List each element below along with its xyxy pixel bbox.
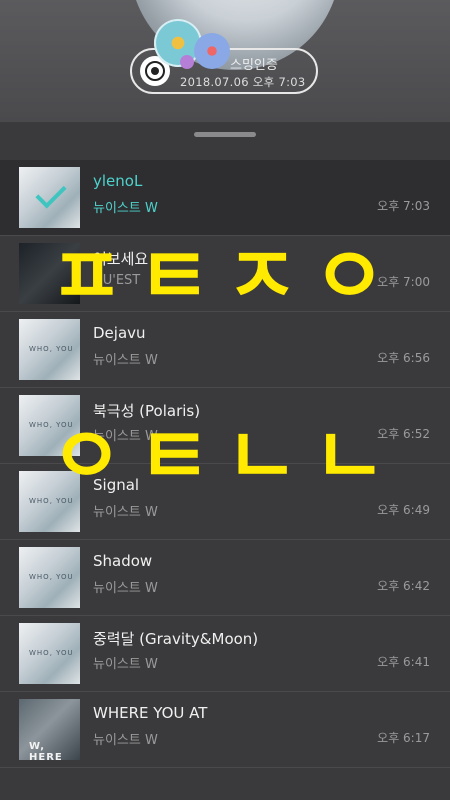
cover-text: W, HERE — [29, 741, 63, 763]
track-artist: 뉴이스트 W — [93, 581, 158, 596]
cover-text: WHO, YOU — [29, 573, 74, 581]
album-thumbnail: WHO, YOU — [19, 319, 80, 380]
track-title: WHERE YOU AT — [93, 704, 208, 722]
album-thumbnail: WHO, YOU — [19, 547, 80, 608]
track-time: 오후 6:42 — [377, 579, 430, 593]
verify-date: 2018.07.06 오후 7:03 — [180, 75, 306, 89]
overlay-text-top: ㅍㅌㅈㅇ — [49, 230, 401, 323]
cover-text: WHO, YOU — [29, 345, 74, 353]
check-icon — [35, 177, 67, 209]
track-row[interactable]: WHO, YOU 중력달 (Gravity&Moon) 뉴이스트 W 오후 6:… — [0, 616, 450, 692]
track-time: 오후 6:56 — [377, 351, 430, 365]
album-thumbnail: W, HERE — [19, 699, 80, 763]
overlay-text-bottom: ㅇㅌㄴㄴ — [49, 410, 401, 503]
track-title: ylenoL — [93, 172, 143, 190]
track-title: Shadow — [93, 552, 153, 570]
track-row[interactable]: W, HERE WHERE YOU AT 뉴이스트 W 오후 6:17 — [0, 692, 450, 768]
drag-handle[interactable] — [194, 132, 256, 137]
track-row[interactable]: WHO, YOU Shadow 뉴이스트 W 오후 6:42 — [0, 540, 450, 616]
track-artist: 뉴이스트 W — [93, 733, 158, 748]
now-playing-header: 스밍인증 2018.07.06 오후 7:03 — [0, 0, 450, 122]
track-time: 오후 6:17 — [377, 731, 430, 745]
flower-sticker-icon — [150, 15, 240, 75]
track-artist: 뉴이스트 W — [93, 657, 158, 672]
album-thumbnail: WHO, YOU — [19, 623, 80, 684]
track-artist: 뉴이스트 W — [93, 353, 158, 368]
track-title: 중력달 (Gravity&Moon) — [93, 630, 259, 648]
cover-text: WHO, YOU — [29, 649, 74, 657]
track-time: 오후 6:41 — [377, 655, 430, 669]
